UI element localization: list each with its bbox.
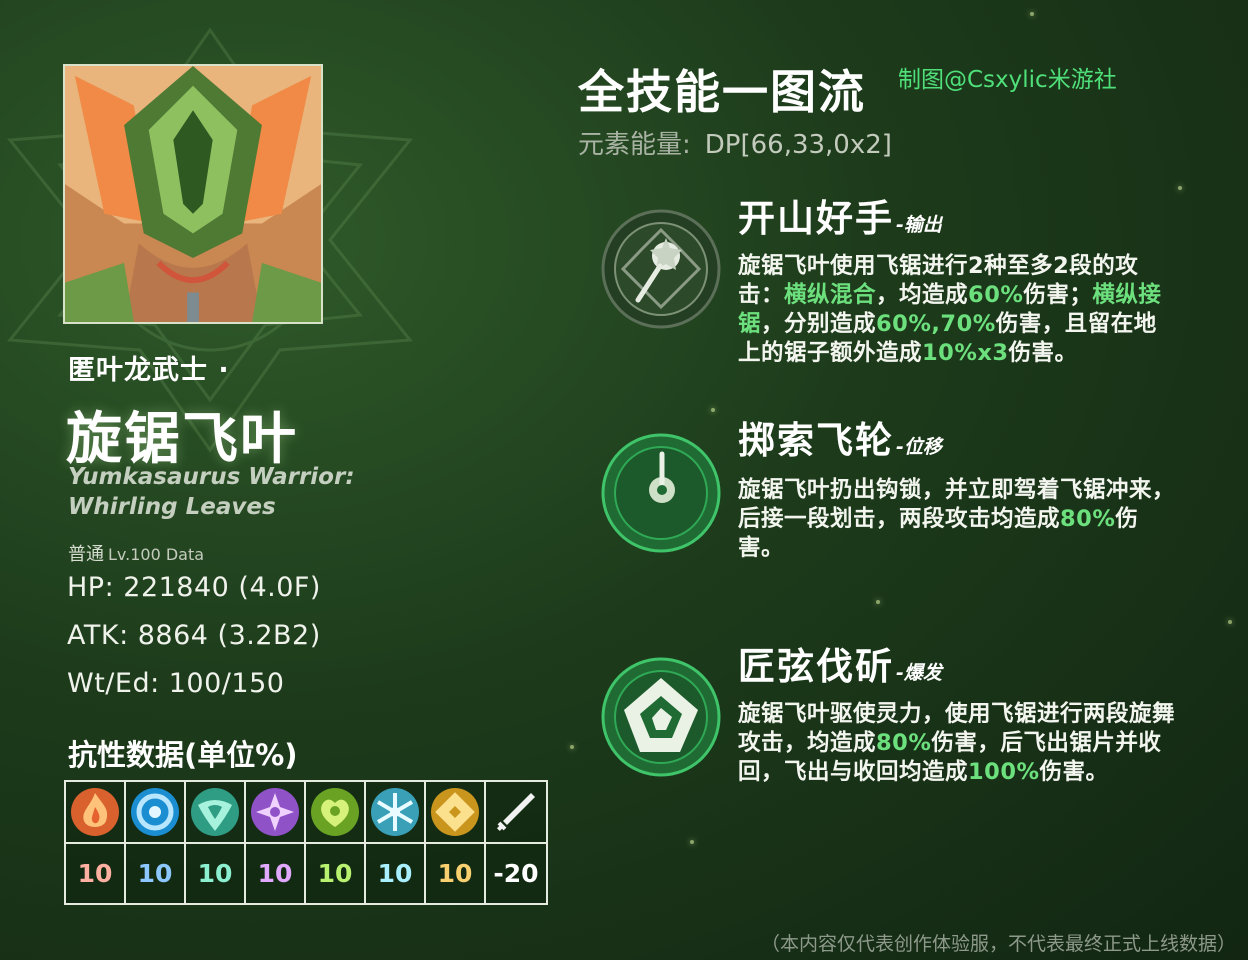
description-text: 伤害； xyxy=(1023,282,1093,308)
res-value-cell: 10 xyxy=(186,844,246,903)
energy-info: 元素能量: DP[66,33,0x2] xyxy=(578,124,892,161)
hydro-res-value: 10 xyxy=(137,859,173,888)
description-text: 伤害。 xyxy=(1008,340,1078,366)
atk-stat: ATK: 8864 (3.2B2) xyxy=(67,620,321,651)
english-name-line2: Whirling Leaves xyxy=(68,494,276,520)
english-name-line1: Yumkasaurus Warrior: xyxy=(68,464,355,490)
character-english-name: Yumkasaurus Warrior: Whirling Leaves xyxy=(68,462,355,522)
sparkle xyxy=(711,408,715,412)
sparkle xyxy=(690,840,694,844)
sparkle xyxy=(1228,620,1232,624)
res-icon-cell xyxy=(366,782,426,844)
hp-stat: HP: 221840 (4.0F) xyxy=(67,572,321,603)
pyro-icon xyxy=(71,788,119,836)
physical-icon xyxy=(495,793,535,833)
highlight-text: 80% xyxy=(876,730,932,756)
skill-3-description: 旋锯飞叶驱使灵力，使用飞锯进行两段旋舞攻击，均造成80%伤害，后飞出锯片并收回，… xyxy=(738,700,1178,787)
sparkle xyxy=(876,600,880,604)
highlight-text: 横纵混合 xyxy=(784,282,877,308)
crescent-hook-icon xyxy=(600,432,722,554)
res-icon-cell xyxy=(306,782,366,844)
res-value-cell: 10 xyxy=(366,844,426,903)
level-text: Lv.100 Data xyxy=(108,545,205,564)
skill-2-name: 掷索飞轮 -位移 xyxy=(738,410,942,464)
level-info: 普通 Lv.100 Data xyxy=(68,540,204,566)
skill-1-name: 开山好手 -输出 xyxy=(738,188,942,242)
skill-3-tag: -爆发 xyxy=(896,662,942,684)
description-text: ，均造成 xyxy=(876,282,969,308)
skill-2-tag: -位移 xyxy=(896,436,942,458)
res-value-cell: 10 xyxy=(246,844,306,903)
page-title: 全技能一图流 xyxy=(578,65,866,119)
res-value-cell: 10 xyxy=(306,844,366,903)
highlight-text: 100% xyxy=(968,759,1040,785)
anemo-icon xyxy=(191,788,239,836)
highlight-text: 10%x3 xyxy=(922,340,1009,366)
credit-text: 制图@Csxylic米游社 xyxy=(898,67,1117,93)
skill-3-title: 匠弦伐斫 xyxy=(738,645,894,688)
highlight-text: 60%,70% xyxy=(876,311,996,337)
description-text: 伤害。 xyxy=(1039,759,1109,785)
highlight-text: 80% xyxy=(1060,506,1116,532)
energy-label: 元素能量: xyxy=(578,130,691,160)
dendro-spiral-icon xyxy=(600,656,722,778)
geo-res-value: 10 xyxy=(437,859,473,888)
res-icon-cell xyxy=(486,782,546,844)
skill-2-title: 掷索飞轮 xyxy=(738,419,894,462)
geo-icon xyxy=(431,788,479,836)
description-text: ，分别造成 xyxy=(761,311,877,337)
physical-res-value: -20 xyxy=(493,859,539,888)
resistance-table: 10 10 10 10 10 10 10 -20 xyxy=(64,780,548,905)
pyro-res-value: 10 xyxy=(77,859,113,888)
skill-1-tag: -输出 xyxy=(896,214,942,236)
electro-res-value: 10 xyxy=(257,859,293,888)
energy-value: DP[66,33,0x2] xyxy=(704,130,892,160)
hydro-icon xyxy=(131,788,179,836)
res-value-cell: 10 xyxy=(126,844,186,903)
character-subtitle: 匿叶龙武士 · xyxy=(68,355,230,386)
res-icon-cell xyxy=(246,782,306,844)
res-value-cell: 10 xyxy=(66,844,126,903)
cryo-icon xyxy=(371,788,419,836)
res-icon-cell xyxy=(426,782,486,844)
skill-2-description: 旋锯飞叶扔出钩锁，并立即驾着飞锯冲来，后接一段划击，两段攻击均造成80%伤害。 xyxy=(738,476,1178,563)
res-icon-cell xyxy=(186,782,246,844)
sparkle xyxy=(570,745,574,749)
sparkle xyxy=(1030,12,1034,16)
highlight-text: 60% xyxy=(968,282,1024,308)
res-icon-cell xyxy=(126,782,186,844)
cryo-res-value: 10 xyxy=(377,859,413,888)
skill-1-description: 旋锯飞叶使用飞锯进行2种至多2段的攻击：横纵混合，均造成60%伤害；横纵接锯，分… xyxy=(738,252,1178,368)
resistance-title: 抗性数据(单位%) xyxy=(68,738,298,772)
dendro-icon xyxy=(311,788,359,836)
weight-stat: Wt/Ed: 100/150 xyxy=(67,668,285,699)
character-portrait xyxy=(63,64,323,324)
res-value-cell: -20 xyxy=(486,844,546,903)
res-icon-cell xyxy=(66,782,126,844)
skill-3-name: 匠弦伐斫 -爆发 xyxy=(738,636,942,690)
dendro-res-value: 10 xyxy=(317,859,353,888)
res-value-cell: 10 xyxy=(426,844,486,903)
skill-1-title: 开山好手 xyxy=(738,197,894,240)
saw-blade-icon xyxy=(600,208,722,330)
anemo-res-value: 10 xyxy=(197,859,233,888)
footer-note: （本内容仅代表创作体验服，不代表最终正式上线数据） xyxy=(760,933,1236,955)
electro-icon xyxy=(251,788,299,836)
level-prefix: 普通 xyxy=(68,544,104,565)
sparkle xyxy=(1178,186,1182,190)
